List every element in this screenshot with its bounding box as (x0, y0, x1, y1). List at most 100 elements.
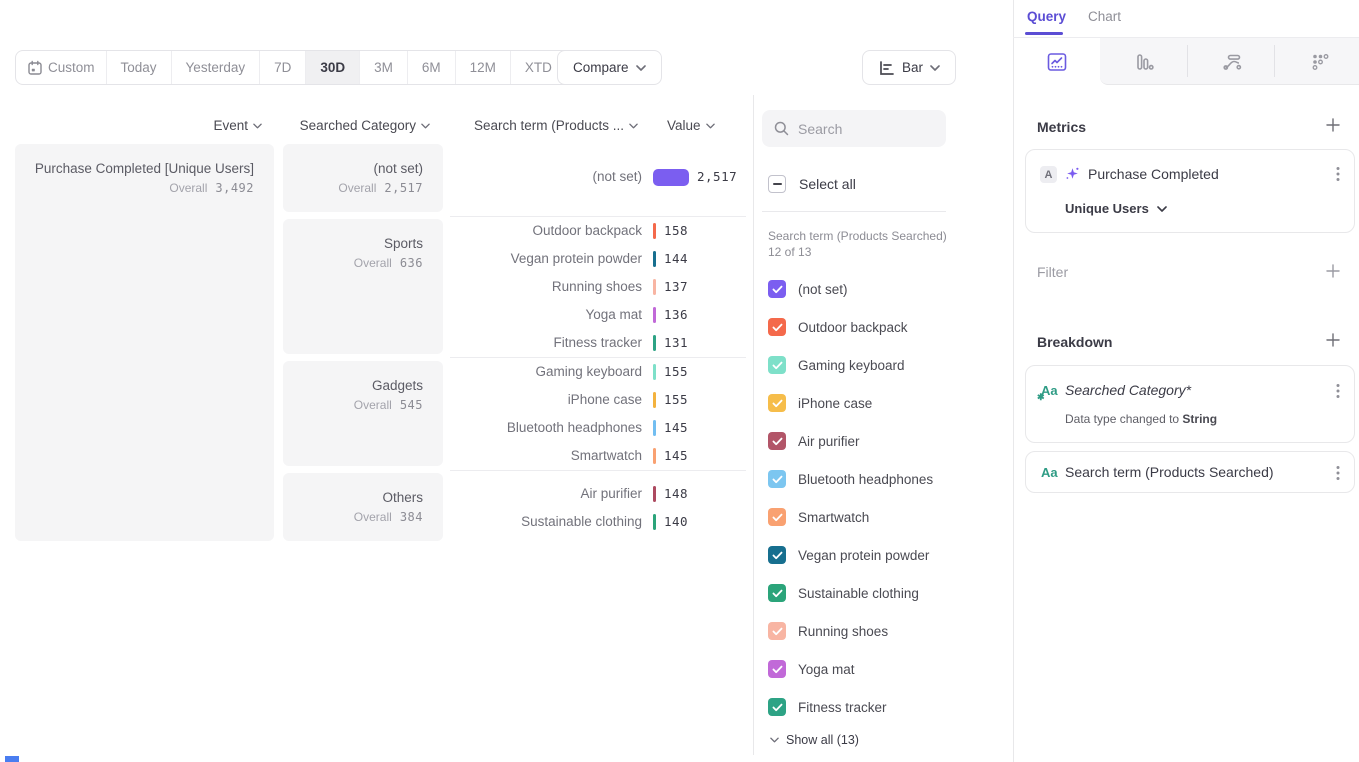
measure-dropdown[interactable]: Unique Users (1065, 201, 1167, 216)
tab-query[interactable]: Query (1027, 9, 1066, 24)
legend-checkbox[interactable] (768, 318, 786, 336)
legend-item-label: Fitness tracker (798, 700, 887, 715)
legend-item-label: Air purifier (798, 434, 860, 449)
legend-checkbox[interactable] (768, 508, 786, 526)
legend-panel-divider (753, 95, 754, 755)
legend-checkbox[interactable] (768, 698, 786, 716)
funnels-tab[interactable] (1131, 49, 1157, 75)
group-divider (450, 357, 746, 358)
date-range-3m[interactable]: 3M (359, 51, 407, 84)
legend-checkbox[interactable] (768, 432, 786, 450)
event-cell[interactable]: Purchase Completed [Unique Users] Overal… (15, 144, 274, 541)
legend-checkbox[interactable] (768, 394, 786, 412)
show-all-link[interactable]: Show all (13) (770, 733, 859, 747)
value-bar[interactable] (653, 251, 656, 267)
legend-item-bluetooth-headphones[interactable]: Bluetooth headphones (768, 460, 998, 498)
event-name: Purchase Completed [Unique Users] (27, 159, 254, 178)
value-bar[interactable] (653, 279, 656, 295)
legend-item-gaming-keyboard[interactable]: Gaming keyboard (768, 346, 998, 384)
retention-icon (1308, 50, 1332, 74)
legend-checkbox[interactable] (768, 660, 786, 678)
category-cell-sports[interactable]: Sports Overall636 (283, 219, 443, 354)
row-value: 140 (664, 508, 688, 536)
date-range-today[interactable]: Today (106, 51, 171, 84)
breakdown-card-searched-category[interactable]: Aa ✱ Searched Category* Data type change… (1025, 365, 1355, 443)
category-cell--not-set-[interactable]: (not set) Overall2,517 (283, 144, 443, 212)
strip-divider (1274, 45, 1275, 77)
add-filter-button[interactable] (1324, 262, 1342, 280)
date-range-yesterday[interactable]: Yesterday (171, 51, 260, 84)
breakdown-card-search-term[interactable]: Aa Search term (Products Searched) (1025, 451, 1355, 493)
legend-item-running-shoes[interactable]: Running shoes (768, 612, 998, 650)
value-bar[interactable] (653, 420, 656, 436)
breakdown-name: Search term (Products Searched) (1065, 464, 1274, 480)
metric-card[interactable]: A Purchase Completed Unique Users (1025, 149, 1355, 233)
breakdown-kebab-menu[interactable] (1336, 465, 1340, 481)
value-bar[interactable] (653, 364, 656, 380)
retention-tab[interactable] (1307, 49, 1333, 75)
search-input[interactable] (798, 121, 928, 137)
category-cell-gadgets[interactable]: Gadgets Overall545 (283, 361, 443, 466)
value-bar[interactable] (653, 392, 656, 408)
legend-checkbox[interactable] (768, 470, 786, 488)
date-range-7d[interactable]: 7D (259, 51, 305, 84)
breakdown-title: Breakdown (1037, 334, 1112, 350)
column-header-search-term[interactable]: Search term (Products ... (450, 118, 638, 133)
date-range-12m[interactable]: 12M (455, 51, 510, 84)
row-value: 136 (664, 301, 688, 329)
legend-checkbox[interactable] (768, 622, 786, 640)
modified-star-icon: ✱ (1037, 392, 1045, 403)
select-all-checkbox[interactable] (768, 175, 786, 193)
breakdown-name: Searched Category* (1065, 382, 1191, 398)
legend-checkbox[interactable] (768, 356, 786, 374)
chevron-down-icon (930, 65, 940, 71)
column-header-searched-category[interactable]: Searched Category (285, 118, 430, 133)
legend-item-air-purifier[interactable]: Air purifier (768, 422, 998, 460)
value-bar[interactable] (653, 307, 656, 323)
legend-item-smartwatch[interactable]: Smartwatch (768, 498, 998, 536)
date-range-6m[interactable]: 6M (407, 51, 455, 84)
tab-chart[interactable]: Chart (1088, 9, 1121, 24)
insights-tab[interactable] (1044, 49, 1070, 75)
chevron-down-icon (770, 737, 779, 743)
string-property-icon: Aa ✱ (1041, 383, 1058, 398)
category-cell-others[interactable]: Others Overall384 (283, 473, 443, 541)
add-breakdown-button[interactable] (1324, 331, 1342, 349)
value-bar[interactable] (653, 223, 656, 239)
legend-search[interactable] (762, 110, 946, 147)
legend-item-yoga-mat[interactable]: Yoga mat (768, 650, 998, 688)
value-bar[interactable] (653, 448, 656, 464)
legend-item--not-set-[interactable]: (not set) (768, 270, 998, 308)
value-bar[interactable] (653, 335, 656, 351)
legend-checkbox[interactable] (768, 280, 786, 298)
legend-checkbox[interactable] (768, 546, 786, 564)
column-header-event[interactable]: Event (120, 118, 262, 133)
legend-item-label: Sustainable clothing (798, 586, 919, 601)
compare-button[interactable]: Compare (557, 50, 662, 85)
legend-item-fitness-tracker[interactable]: Fitness tracker (768, 688, 998, 726)
row-value: 155 (664, 358, 688, 386)
legend-item-vegan-protein-powder[interactable]: Vegan protein powder (768, 536, 998, 574)
add-metric-button[interactable] (1324, 116, 1342, 134)
row-value: 2,517 (697, 163, 737, 191)
flows-tab[interactable] (1219, 49, 1245, 75)
value-bar[interactable] (653, 486, 656, 502)
legend-item-outdoor-backpack[interactable]: Outdoor backpack (768, 308, 998, 346)
query-panel-divider (1013, 0, 1014, 762)
legend-checkbox[interactable] (768, 584, 786, 602)
legend-item-sustainable-clothing[interactable]: Sustainable clothing (768, 574, 998, 612)
select-all-row[interactable]: Select all (768, 175, 856, 193)
legend-group-label: Search term (Products Searched) 12 of 13 (768, 228, 953, 260)
breakdown-kebab-menu[interactable] (1336, 383, 1340, 399)
group-divider (450, 216, 746, 217)
value-bar[interactable] (653, 514, 656, 530)
column-header-value[interactable]: Value (667, 118, 715, 133)
metric-kebab-menu[interactable] (1336, 166, 1340, 182)
row-label: Yoga mat (450, 301, 642, 329)
date-range-custom[interactable]: Custom (16, 51, 106, 84)
legend-item-iphone-case[interactable]: iPhone case (768, 384, 998, 422)
date-range-30d[interactable]: 30D (305, 51, 359, 84)
chart-type-button[interactable]: Bar (862, 50, 956, 85)
row-label: Air purifier (450, 480, 642, 508)
value-bar[interactable] (653, 169, 689, 186)
